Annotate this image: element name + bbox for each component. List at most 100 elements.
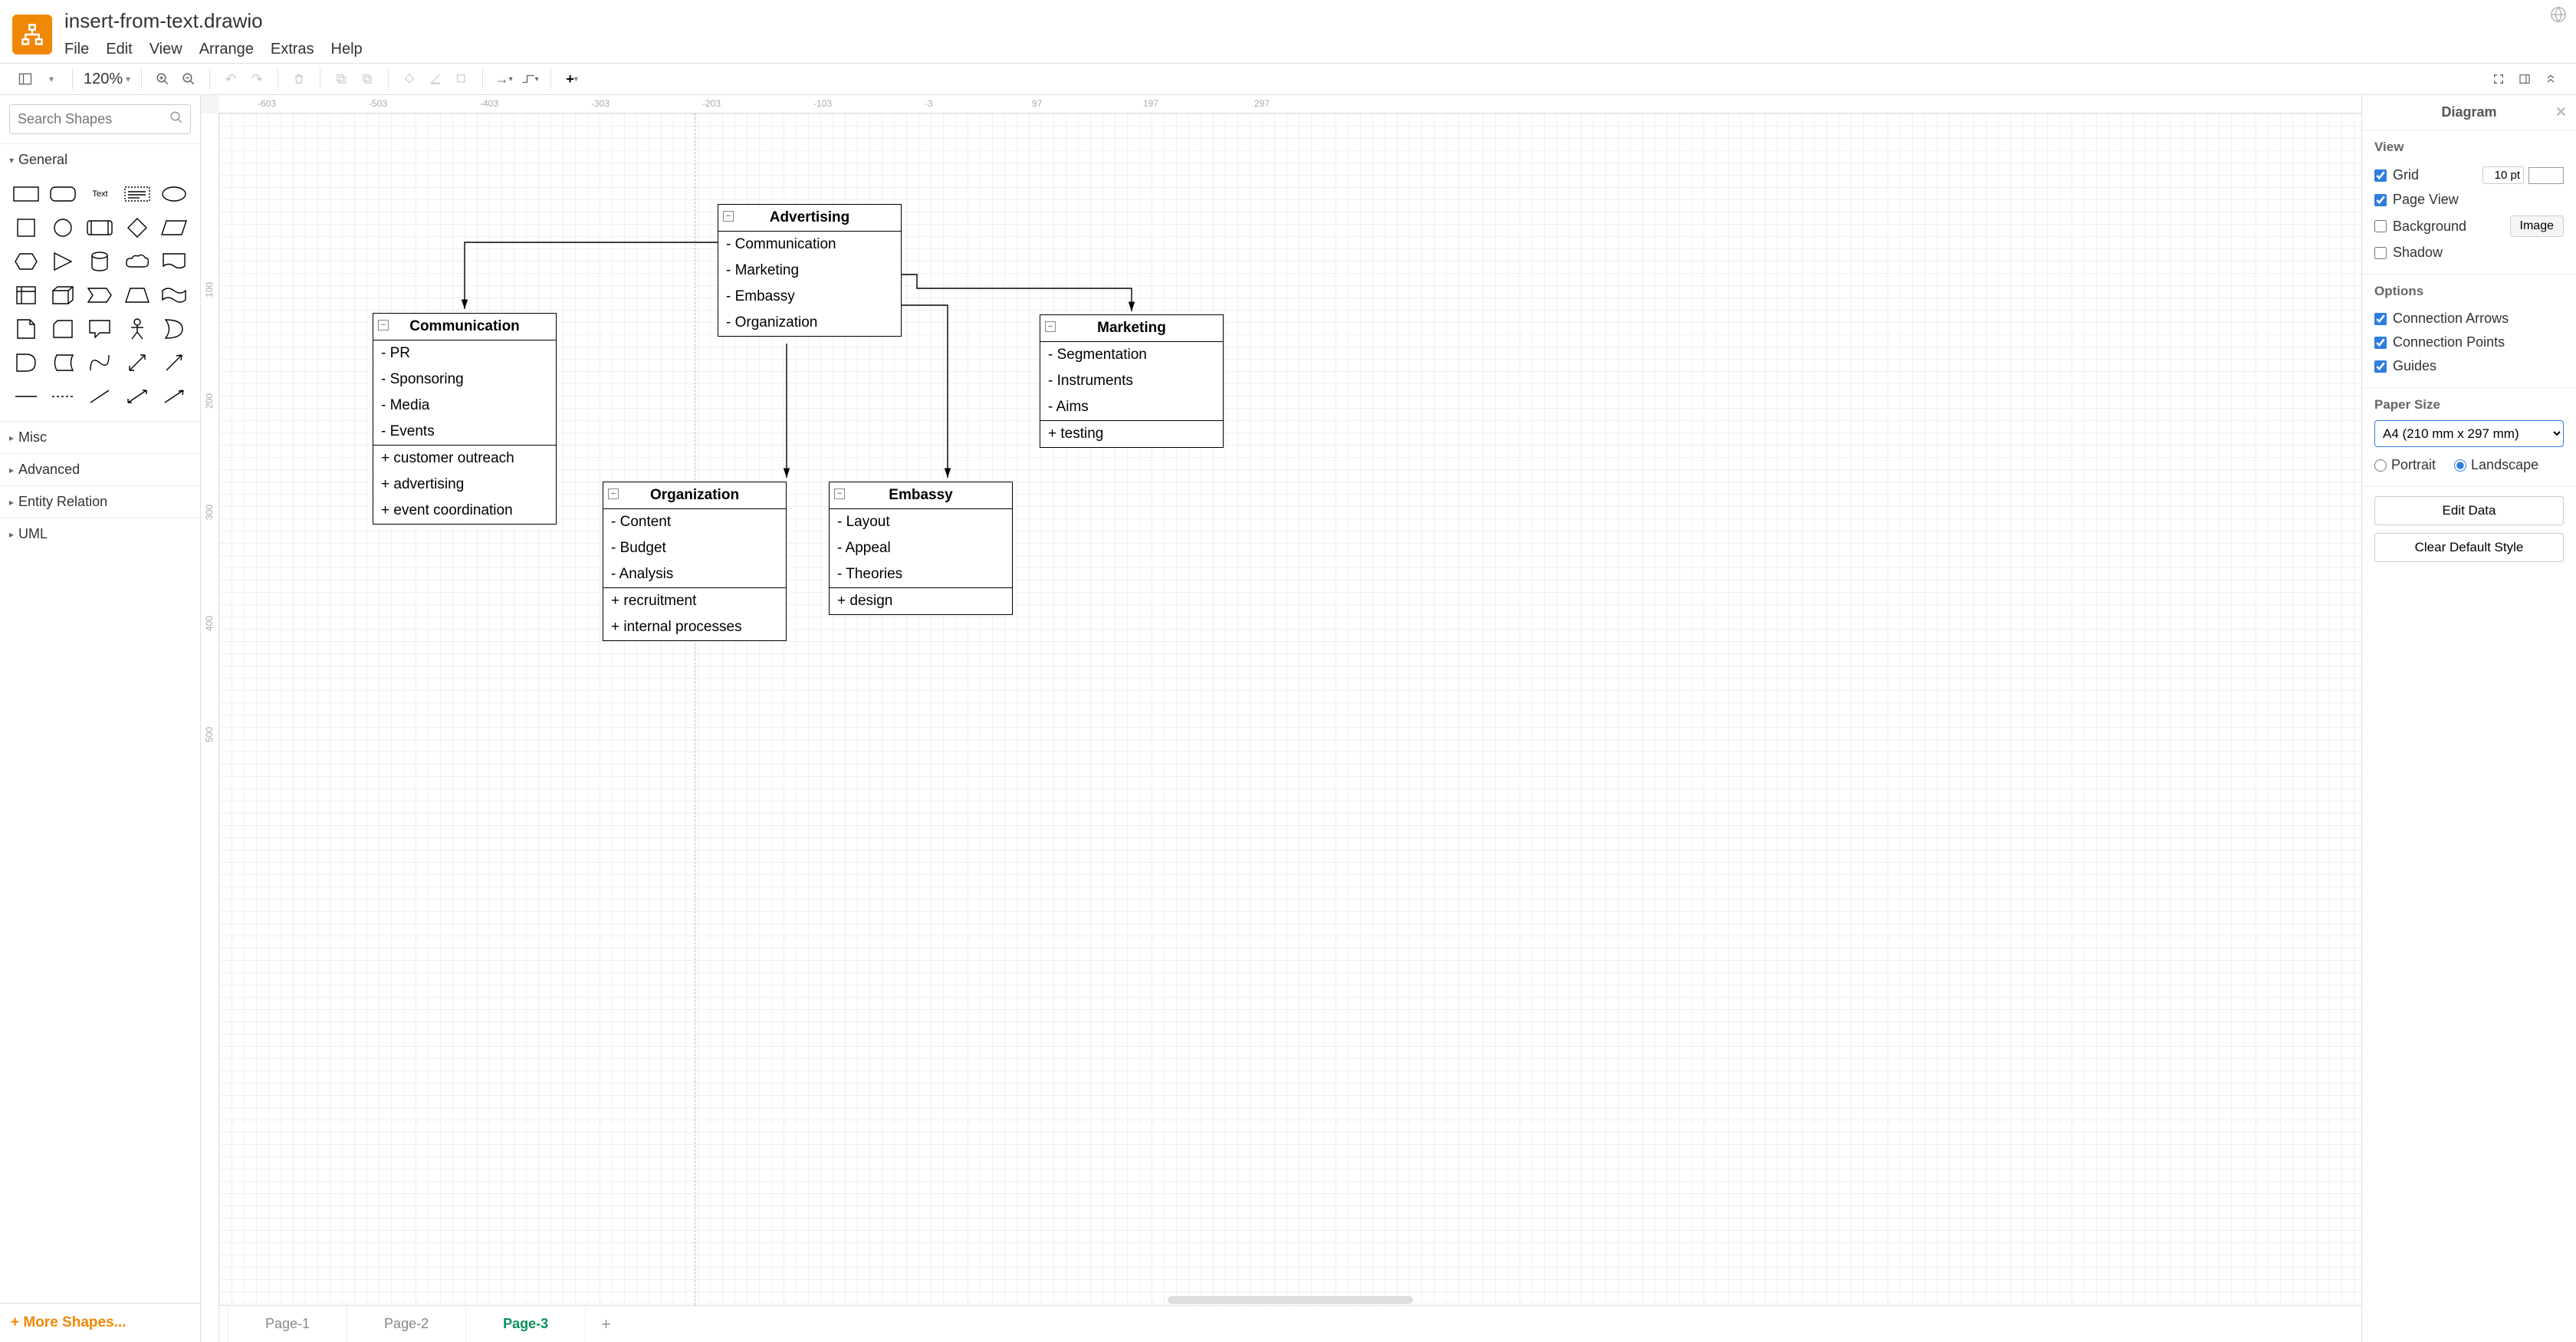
shape-hexagon[interactable]	[11, 248, 41, 275]
shape-step[interactable]	[84, 281, 115, 309]
shape-text[interactable]: Text	[84, 180, 115, 208]
shape-document[interactable]	[159, 248, 189, 275]
waypoint-icon[interactable]: ▾	[520, 69, 540, 89]
shape-bidir-thin[interactable]	[122, 383, 153, 410]
menu-arrange[interactable]: Arrange	[199, 41, 254, 58]
shape-bidir-arrow[interactable]	[122, 349, 153, 377]
delete-icon[interactable]	[289, 69, 309, 89]
file-title[interactable]: insert-from-text.drawio	[64, 6, 363, 36]
shape-curve[interactable]	[84, 349, 115, 377]
shape-square[interactable]	[11, 214, 41, 242]
conn-arrows-checkbox[interactable]	[2374, 313, 2387, 325]
tab-page-2[interactable]: Page-2	[347, 1306, 466, 1342]
edit-data-button[interactable]: Edit Data	[2374, 496, 2564, 525]
add-page-button[interactable]: +	[586, 1306, 626, 1342]
menu-help[interactable]: Help	[331, 41, 363, 58]
insert-icon[interactable]: + ▾	[562, 69, 582, 89]
language-icon[interactable]	[2550, 6, 2567, 28]
shape-cylinder[interactable]	[84, 248, 115, 275]
shape-line2[interactable]	[84, 383, 115, 410]
collapse-icon[interactable]: −	[834, 488, 845, 499]
shape-triangle[interactable]	[48, 248, 78, 275]
uml-advertising[interactable]: −Advertising - Communication - Marketing…	[718, 204, 902, 337]
shape-link[interactable]	[11, 383, 41, 410]
grid-checkbox[interactable]	[2374, 169, 2387, 182]
shape-dashed[interactable]	[48, 383, 78, 410]
grid-size-input[interactable]	[2482, 166, 2524, 184]
zoom-in-icon[interactable]	[153, 69, 172, 89]
zoom-out-icon[interactable]	[179, 69, 199, 89]
tab-page-1[interactable]: Page-1	[228, 1306, 347, 1342]
shape-trapezoid[interactable]	[122, 281, 153, 309]
section-misc[interactable]: ▸Misc	[0, 422, 200, 453]
shape-ellipse[interactable]	[159, 180, 189, 208]
shape-data-storage[interactable]	[48, 349, 78, 377]
shape-parallelogram[interactable]	[159, 214, 189, 242]
section-general[interactable]: ▾General	[0, 144, 200, 176]
collapse-icon[interactable]: −	[1045, 321, 1056, 332]
background-checkbox[interactable]	[2374, 220, 2387, 232]
shape-and[interactable]	[11, 349, 41, 377]
collapse-icon[interactable]: −	[723, 211, 734, 222]
shape-circle[interactable]	[48, 214, 78, 242]
shape-rounded-rect[interactable]	[48, 180, 78, 208]
shape-callout[interactable]	[84, 315, 115, 343]
image-button[interactable]: Image	[2510, 215, 2564, 237]
chevron-down-icon[interactable]: ▾	[41, 69, 61, 89]
paper-size-select[interactable]: A4 (210 mm x 297 mm)	[2374, 420, 2564, 447]
shape-internal-storage[interactable]	[11, 281, 41, 309]
menu-edit[interactable]: Edit	[106, 41, 132, 58]
menu-view[interactable]: View	[150, 41, 182, 58]
line-color-icon[interactable]	[426, 69, 445, 89]
shape-note[interactable]	[11, 315, 41, 343]
collapse-icon[interactable]: −	[608, 488, 619, 499]
shape-cube[interactable]	[48, 281, 78, 309]
uml-marketing[interactable]: −Marketing - Segmentation - Instruments …	[1040, 314, 1224, 448]
portrait-radio[interactable]	[2374, 459, 2387, 472]
section-uml[interactable]: ▸UML	[0, 518, 200, 550]
collapse-icon[interactable]: −	[378, 320, 389, 331]
uml-embassy[interactable]: −Embassy - Layout - Appeal - Theories + …	[829, 482, 1013, 615]
fullscreen-icon[interactable]	[2489, 69, 2509, 89]
fill-color-icon[interactable]	[399, 69, 419, 89]
more-shapes-button[interactable]: + More Shapes...	[0, 1303, 200, 1342]
shape-card[interactable]	[48, 315, 78, 343]
uml-organization[interactable]: −Organization - Content - Budget - Analy…	[603, 482, 787, 641]
clear-style-button[interactable]: Clear Default Style	[2374, 533, 2564, 562]
menu-file[interactable]: File	[64, 41, 89, 58]
shape-rect[interactable]	[11, 180, 41, 208]
zoom-level[interactable]: 120% ▾	[84, 71, 130, 88]
to-front-icon[interactable]	[331, 69, 351, 89]
search-icon[interactable]	[169, 110, 183, 128]
shape-process[interactable]	[84, 214, 115, 242]
guides-checkbox[interactable]	[2374, 360, 2387, 373]
uml-communication[interactable]: −Communication - PR - Sponsoring - Media…	[373, 313, 557, 525]
section-entity-relation[interactable]: ▸Entity Relation	[0, 486, 200, 518]
connection-icon[interactable]: → ▾	[494, 69, 514, 89]
canvas[interactable]: -603 -503 -403 -303 -203 -103 -3 97 197 …	[201, 95, 2361, 1342]
shape-or[interactable]	[159, 315, 189, 343]
format-panel-icon[interactable]	[2515, 69, 2535, 89]
shape-tape[interactable]	[159, 281, 189, 309]
shadow-icon[interactable]	[452, 69, 472, 89]
close-icon[interactable]: ✕	[2555, 104, 2567, 120]
scrollbar-horizontal[interactable]	[1168, 1296, 1413, 1304]
shape-cloud[interactable]	[122, 248, 153, 275]
shape-actor[interactable]	[122, 315, 153, 343]
section-advanced[interactable]: ▸Advanced	[0, 454, 200, 485]
grid-color-swatch[interactable]	[2528, 167, 2564, 184]
shape-arrow[interactable]	[159, 349, 189, 377]
redo-icon[interactable]: ↷	[247, 69, 267, 89]
page-view-checkbox[interactable]	[2374, 194, 2387, 206]
to-back-icon[interactable]	[357, 69, 377, 89]
shape-diamond[interactable]	[122, 214, 153, 242]
search-shapes-input[interactable]	[9, 104, 191, 134]
conn-points-checkbox[interactable]	[2374, 337, 2387, 349]
collapse-icon[interactable]	[2541, 69, 2561, 89]
shadow-checkbox[interactable]	[2374, 247, 2387, 259]
sidebar-toggle-icon[interactable]	[15, 69, 35, 89]
shape-dir-arrow[interactable]	[159, 383, 189, 410]
landscape-radio[interactable]	[2454, 459, 2466, 472]
canvas-surface[interactable]: −Advertising - Communication - Marketing…	[219, 113, 2361, 1305]
tab-page-3[interactable]: Page-3	[466, 1306, 586, 1342]
